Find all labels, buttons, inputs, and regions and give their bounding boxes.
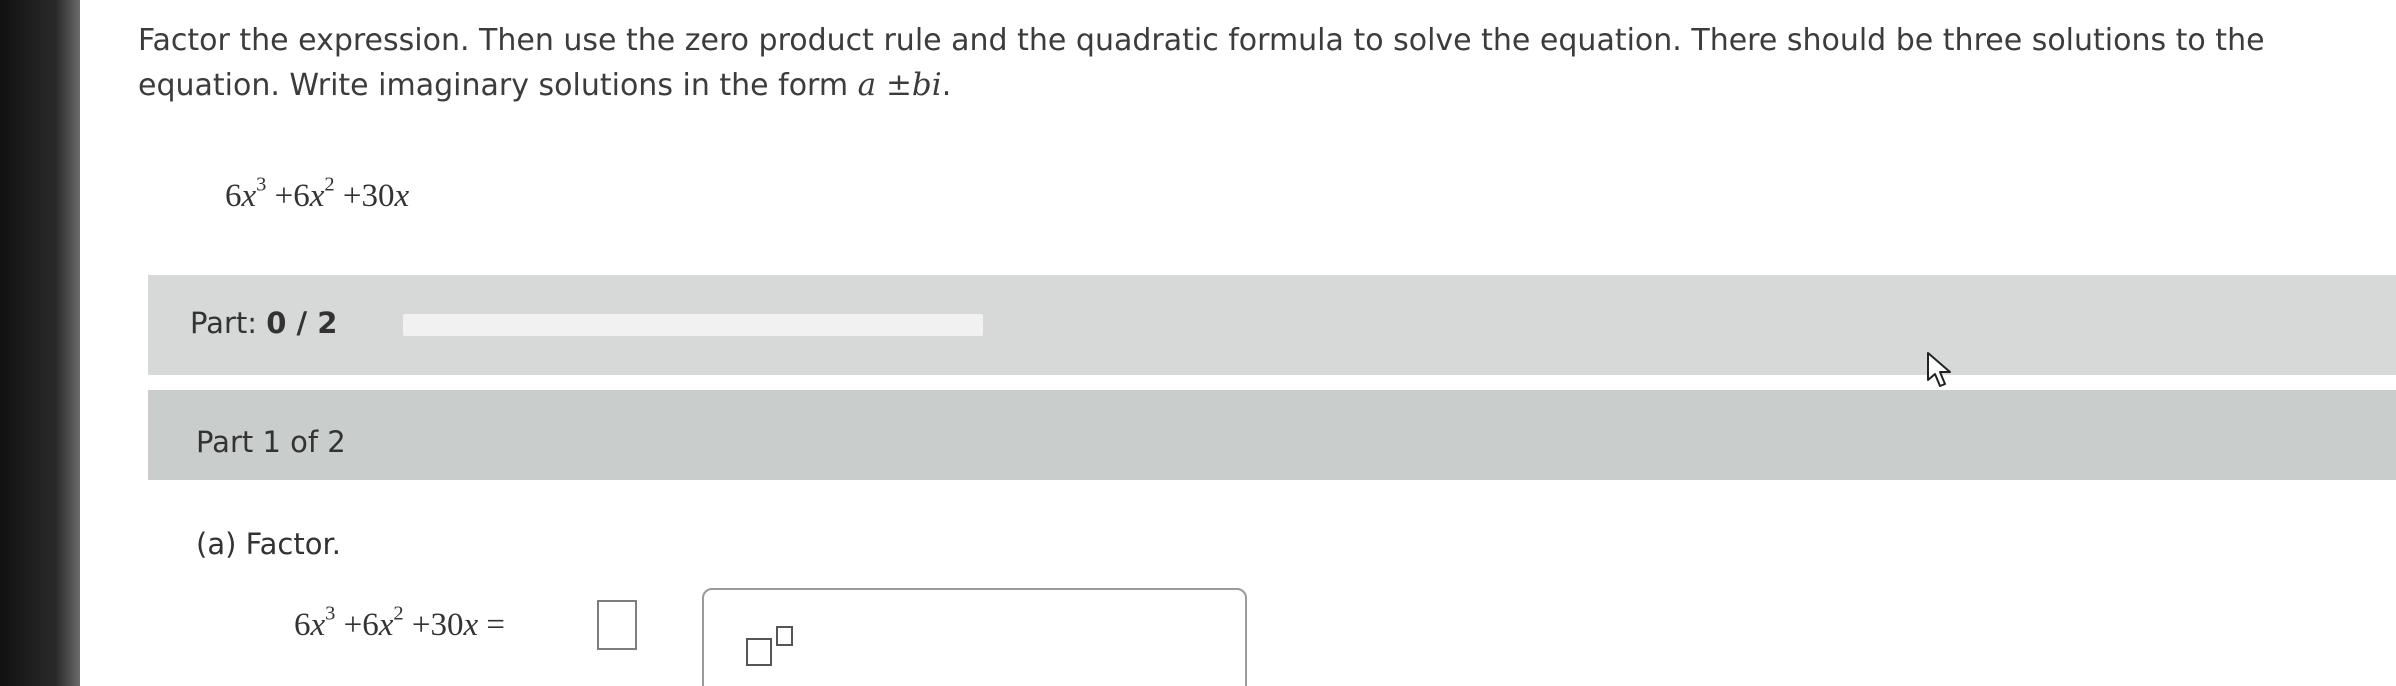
answer-term1-exp: 3: [325, 602, 336, 625]
part-header: Part 1 of 2: [148, 390, 2396, 480]
progress-label-text: Part:: [190, 306, 258, 340]
term2-coef: +6: [274, 178, 310, 214]
progress-track: [403, 314, 983, 336]
exponent-template-button[interactable]: [746, 622, 806, 670]
part-body: (a) Factor. 6x3 +6x2 +30x =: [152, 480, 2396, 686]
instructions-line-2: equation. Write imaginary solutions in t…: [138, 63, 2338, 108]
screen-bezel: [0, 0, 80, 686]
term1-var: x: [241, 178, 257, 214]
mouse-pointer-icon: [1925, 350, 1955, 394]
math-palette: [702, 588, 1247, 686]
equals-sign: =: [478, 607, 506, 643]
progress-label: Part: 0 / 2: [190, 306, 337, 340]
term3-coef: +30: [342, 178, 395, 214]
progress-value: 0 / 2: [266, 306, 338, 340]
question-label: (a) Factor.: [196, 527, 341, 561]
instructions-period: .: [941, 68, 952, 103]
answer-term1-var: x: [310, 607, 326, 643]
answer-term2-exp: 2: [393, 602, 404, 625]
imaginary-form: a ±bi: [857, 67, 942, 103]
part-progress-bar: Part: 0 / 2: [148, 275, 2396, 375]
problem-instructions: Factor the expression. Then use the zero…: [138, 18, 2338, 108]
answer-term3-coef: +30: [411, 607, 464, 643]
answer-term2-coef: +6: [343, 607, 379, 643]
given-expression: 6x3 +6x2 +30x: [225, 174, 410, 215]
term1-coef: 6: [225, 178, 242, 214]
instructions-line-1: Factor the expression. Then use the zero…: [138, 23, 2265, 58]
instructions-line-2-text: equation. Write imaginary solutions in t…: [138, 68, 858, 103]
term2-var: x: [309, 178, 325, 214]
answer-term1-coef: 6: [294, 607, 311, 643]
term3-var: x: [394, 178, 410, 214]
term2-exp: 2: [324, 173, 335, 196]
exponent-base-box: [746, 638, 772, 666]
answer-term3-var: x: [463, 607, 479, 643]
exponent-power-box: [776, 626, 793, 646]
term1-exp: 3: [256, 173, 267, 196]
answer-input-box[interactable]: [597, 600, 637, 650]
part-title: Part 1 of 2: [196, 425, 346, 459]
answer-expression: 6x3 +6x2 +30x =: [294, 603, 506, 644]
answer-term2-var: x: [378, 607, 394, 643]
